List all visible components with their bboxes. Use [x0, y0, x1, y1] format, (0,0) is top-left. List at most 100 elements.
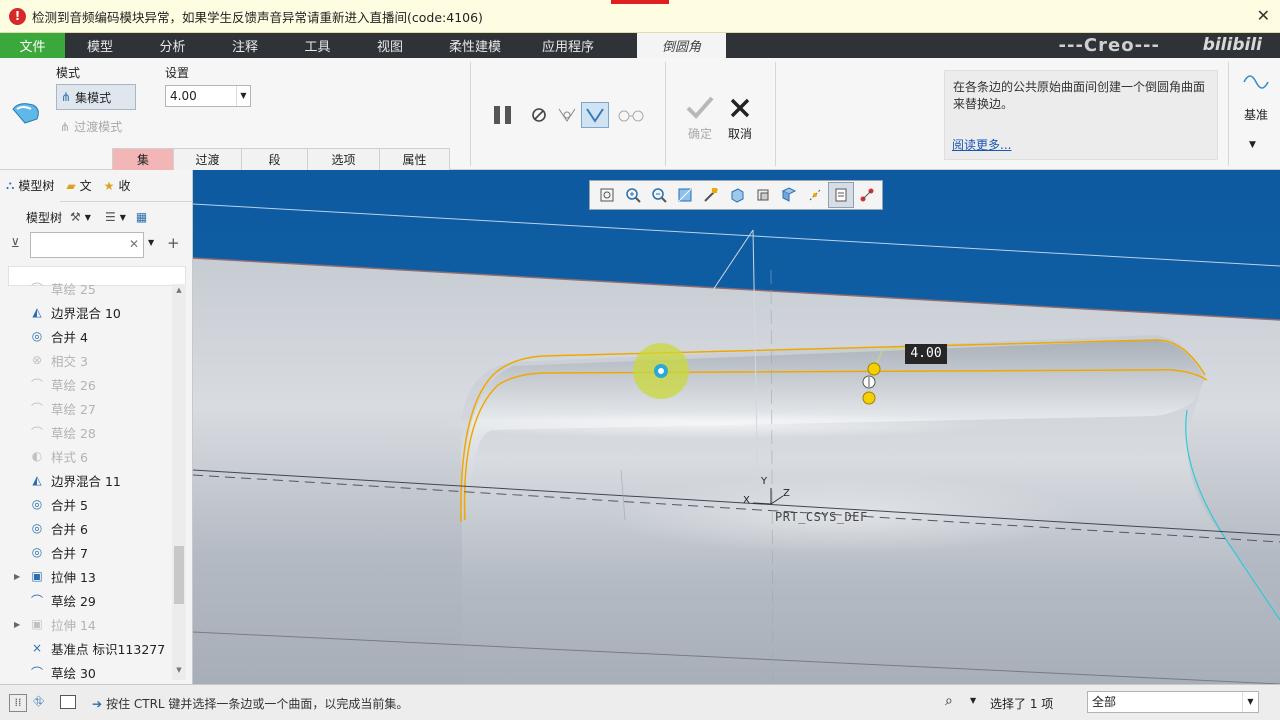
chevron-down-icon[interactable]: ▼	[85, 213, 91, 222]
grid-icon[interactable]: ⁞⁞	[9, 694, 27, 712]
window-icon[interactable]	[60, 695, 76, 709]
spin-center-icon[interactable]	[854, 182, 880, 208]
refit-icon[interactable]	[594, 182, 620, 208]
tree-node[interactable]: ⌒ 草绘 28	[0, 420, 172, 444]
tab-model[interactable]: 模型	[65, 33, 135, 58]
search-input[interactable]: ✕	[30, 232, 144, 258]
settings-icon[interactable]: ⚒	[70, 210, 81, 224]
tree-node[interactable]: ◎ 合并 4	[0, 324, 172, 348]
tree-node[interactable]: ◎ 合并 7	[0, 540, 172, 564]
tree-node-label: 样式 6	[51, 449, 88, 465]
model-render[interactable]	[193, 170, 1280, 684]
tree-node[interactable]: ⌒ 草绘 26	[0, 372, 172, 396]
filter-icon[interactable]: ⊻	[11, 236, 20, 250]
selection-filter[interactable]: 全部 ▼	[1087, 691, 1259, 713]
chevron-down-icon[interactable]: ▼	[120, 213, 126, 222]
tab-view[interactable]: 视图	[355, 33, 425, 58]
tab-analysis[interactable]: 分析	[135, 33, 210, 58]
radius-input[interactable]: 4.00 ▼	[165, 85, 251, 107]
attached-preview-icon[interactable]	[554, 102, 580, 128]
add-icon[interactable]: +	[167, 234, 180, 252]
tree-node[interactable]: ⊗ 相交 3	[0, 348, 172, 372]
tab-folder[interactable]: ▰ 文	[60, 170, 97, 202]
boundary-blend-icon: ◭	[32, 305, 42, 319]
chevron-down-icon[interactable]: ▼	[1242, 692, 1258, 712]
tree-node[interactable]: ⌒ 草绘 25	[0, 282, 172, 300]
scroll-up-icon[interactable]: ▲	[172, 286, 186, 298]
info-text: 在各条边的公共原始曲面间创建一个倒圆角曲面来替换边。	[953, 80, 1206, 111]
subtab-sets[interactable]: 集	[112, 148, 174, 170]
tree-node[interactable]: ◎ 合并 6	[0, 516, 172, 540]
expand-icon[interactable]: ▶	[14, 572, 20, 581]
close-x-icon[interactable]	[726, 96, 754, 120]
tree-node[interactable]: ⌒ 草绘 29	[0, 588, 172, 612]
dimension-tag[interactable]: 4.00	[905, 344, 947, 364]
set-mode-button[interactable]: ⋔ 集模式	[56, 84, 136, 110]
glasses-icon[interactable]	[616, 102, 646, 128]
tab-favorites[interactable]: ★ 收	[98, 170, 137, 202]
tab-tools[interactable]: 工具	[280, 33, 355, 58]
tab-annotate[interactable]: 注释	[210, 33, 280, 58]
checkmark-icon[interactable]	[684, 94, 716, 122]
tree-node[interactable]: ▶ ▣ 拉伸 14	[0, 612, 172, 636]
tree-node-label: 边界混合 11	[51, 473, 121, 489]
tree-node[interactable]: ⌒ 草绘 30	[0, 660, 172, 682]
datum-label[interactable]: 基准	[1236, 106, 1276, 123]
binoculars-icon[interactable]: ⌕	[945, 693, 953, 709]
zoom-out-icon[interactable]	[646, 182, 672, 208]
show-columns-icon[interactable]: ▦	[136, 210, 147, 224]
repaint-icon[interactable]	[672, 182, 698, 208]
tab-applications[interactable]: 应用程序	[525, 33, 611, 58]
sketch-icon: ⌒	[30, 401, 43, 416]
verify-mode-icon[interactable]	[581, 102, 609, 128]
view-manager-icon[interactable]	[776, 182, 802, 208]
navigator-icon[interactable]: ⛗	[33, 694, 44, 710]
panel-tabs: ⛬ 模型树 ▰ 文 ★ 收	[0, 169, 193, 202]
pause-icon[interactable]	[490, 102, 516, 128]
clear-icon[interactable]: ✕	[129, 237, 139, 251]
tree-node[interactable]: ▶ ▣ 拉伸 13	[0, 564, 172, 588]
tree-node[interactable]: ◎ 合并 5	[0, 492, 172, 516]
tree-node-label: 草绘 30	[51, 665, 96, 681]
tree-scrollbar[interactable]: ▲ ▼	[172, 284, 186, 680]
chevron-down-icon[interactable]: ▼	[148, 238, 154, 247]
tab-round[interactable]: 倒圆角	[637, 33, 726, 58]
tree-node[interactable]: ◭ 边界混合 10	[0, 300, 172, 324]
watermark-logo: bilibili	[1202, 35, 1262, 55]
no-preview-icon[interactable]	[528, 104, 550, 126]
chevron-down-icon[interactable]: ▼	[970, 696, 976, 705]
display-style-icon[interactable]	[724, 182, 750, 208]
tab-flexible-modeling[interactable]: 柔性建模	[425, 33, 525, 58]
tab-model-tree[interactable]: ⛬ 模型树	[0, 169, 61, 202]
read-more-link[interactable]: 阅读更多...	[952, 137, 1011, 154]
tree-node[interactable]: ◭ 边界混合 11	[0, 468, 172, 492]
list-icon[interactable]: ☰	[105, 210, 116, 224]
datum-icon[interactable]	[1240, 66, 1272, 96]
subtab-options[interactable]: 选项	[307, 148, 380, 170]
scroll-thumb[interactable]	[174, 546, 184, 604]
view-toolbar	[589, 180, 883, 210]
tab-model-tree-label: 模型树	[18, 179, 55, 193]
csys-label: PRT_CSYS_DEF	[775, 510, 868, 524]
scroll-down-icon[interactable]: ▼	[172, 666, 186, 678]
subtab-segments[interactable]: 段	[241, 148, 308, 170]
expand-icon[interactable]: ▶	[14, 620, 20, 629]
chevron-down-icon[interactable]: ▼	[236, 86, 250, 106]
zoom-in-icon[interactable]	[620, 182, 646, 208]
chevron-down-icon[interactable]: ▼	[1249, 140, 1256, 150]
graphics-viewport[interactable]: 4.00 Y X Z PRT_CSYS_DEF	[193, 170, 1280, 684]
subtab-transitions[interactable]: 过渡	[173, 148, 242, 170]
reorient-icon[interactable]	[698, 182, 724, 208]
tree-node[interactable]: ⌒ 草绘 27	[0, 396, 172, 420]
close-icon[interactable]: ✕	[1257, 6, 1270, 25]
status-message: ➔ 按住 CTRL 键并选择一条边或一个曲面，以完成当前集。	[92, 695, 408, 712]
tree-node[interactable]: ◐ 样式 6	[0, 444, 172, 468]
tab-file[interactable]: 文件	[0, 33, 65, 58]
transition-mode-button[interactable]: ⋔ 过渡模式	[60, 118, 122, 135]
datum-display-icon[interactable]	[802, 182, 828, 208]
subtab-properties[interactable]: 属性	[379, 148, 450, 170]
tree-node[interactable]: × 基准点 标识113277	[0, 636, 172, 660]
saved-views-icon[interactable]	[750, 182, 776, 208]
annotation-display-icon[interactable]	[828, 182, 854, 208]
transition-mode-label: 过渡模式	[74, 120, 123, 134]
